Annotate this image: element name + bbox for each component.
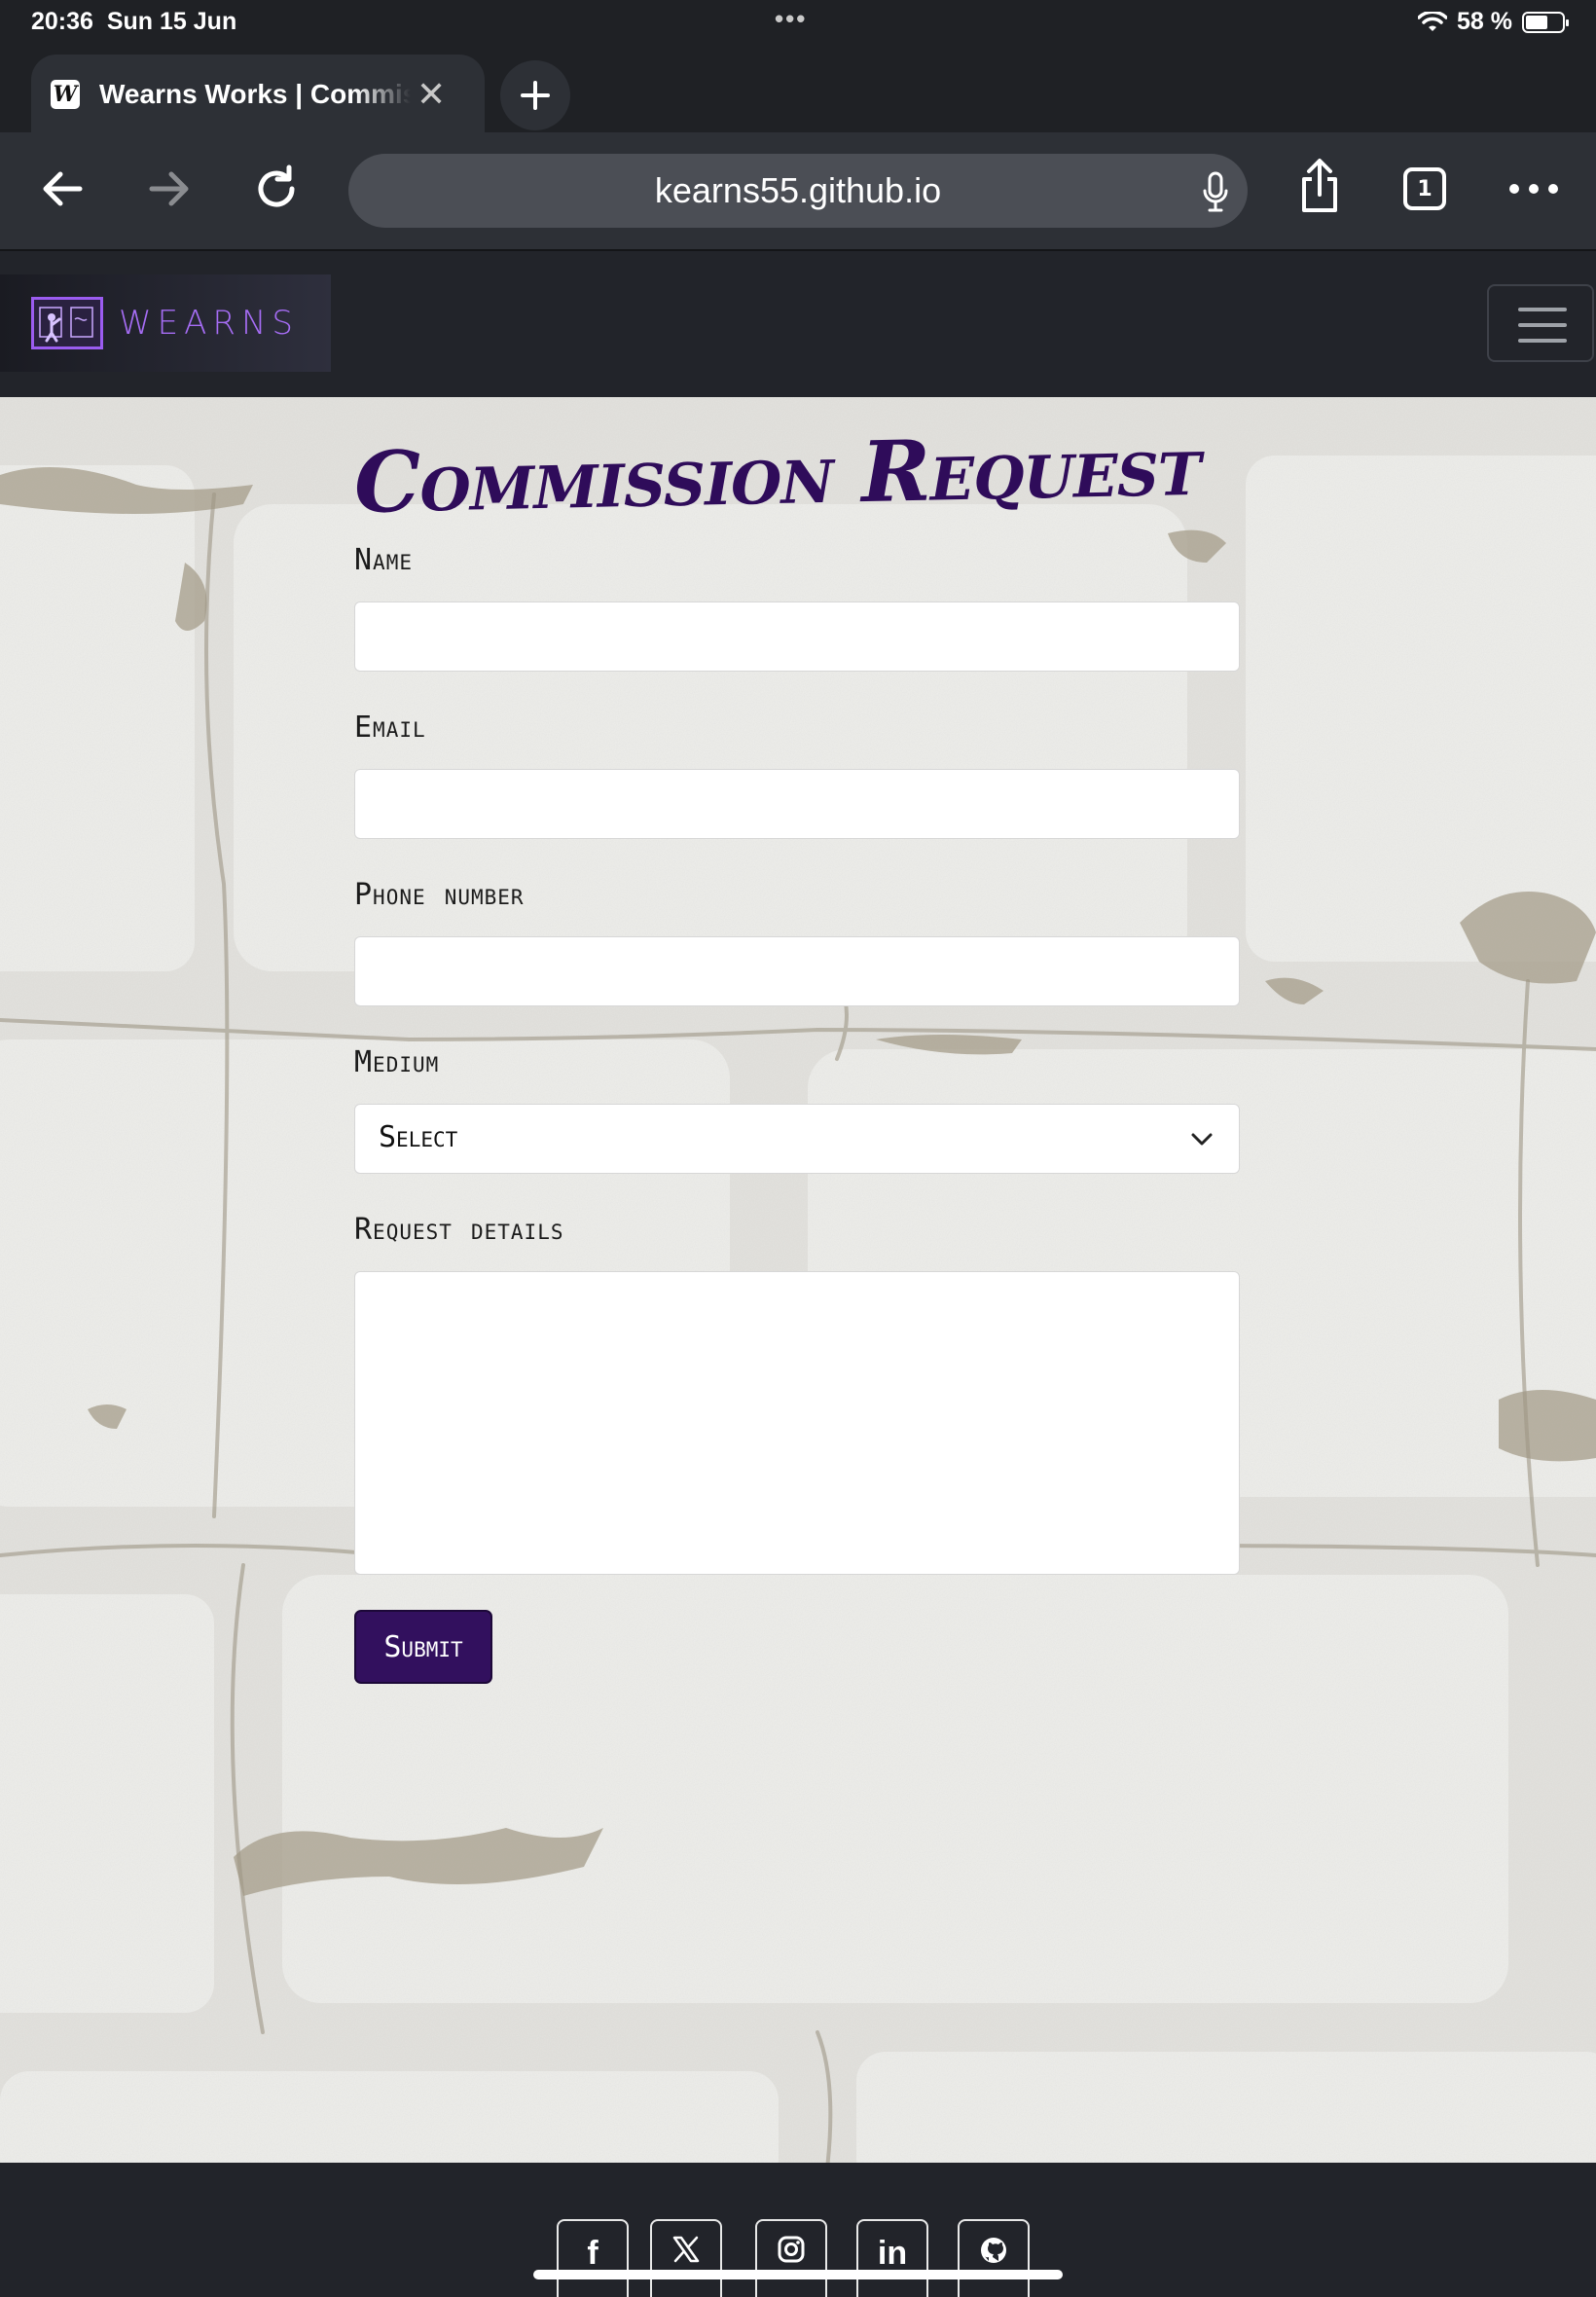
browser-tab[interactable]: W Wearns Works | Commission Request ✕ xyxy=(31,55,485,134)
address-bar[interactable]: kearns55.github.io xyxy=(348,154,1248,228)
close-tab-icon[interactable]: ✕ xyxy=(417,75,446,115)
multitasking-dots-icon[interactable]: ••• xyxy=(775,4,807,34)
submit-button[interactable]: Submit xyxy=(354,1610,492,1684)
microphone-icon[interactable] xyxy=(1203,171,1228,212)
facebook-icon: f xyxy=(587,2235,598,2272)
site-navbar: WEARNS xyxy=(0,251,1596,397)
reload-button[interactable] xyxy=(249,162,304,216)
battery-percent: 58 % xyxy=(1457,8,1512,35)
back-button[interactable] xyxy=(35,162,90,216)
linkedin-link[interactable]: in xyxy=(856,2219,928,2297)
browser-tab-bar: W Wearns Works | Commission Request ✕ xyxy=(0,45,1596,134)
tab-count-button[interactable]: 1 xyxy=(1403,167,1446,210)
phone-label: Phone number xyxy=(354,878,525,912)
hamburger-icon xyxy=(1518,308,1567,311)
details-label: Request details xyxy=(354,1213,564,1247)
browser-toolbar: kearns55.github.io 1 xyxy=(0,132,1596,251)
github-icon xyxy=(981,2238,1006,2263)
graffiti-artist-logo-icon xyxy=(31,297,103,349)
url-text: kearns55.github.io xyxy=(654,170,942,210)
chevron-down-icon xyxy=(1191,1133,1213,1146)
arrow-right-icon xyxy=(149,171,189,206)
brand-name: WEARNS xyxy=(119,304,299,343)
wifi-icon xyxy=(1418,11,1448,31)
page-title: Commission Request xyxy=(352,416,1202,532)
email-label: Email xyxy=(354,711,426,745)
instagram-icon xyxy=(778,2236,805,2263)
facebook-link[interactable]: f xyxy=(557,2219,629,2297)
clock-date: Sun 15 Jun xyxy=(106,8,237,35)
new-tab-button[interactable] xyxy=(500,60,570,130)
details-textarea[interactable] xyxy=(354,1271,1240,1575)
more-menu-button[interactable] xyxy=(1506,162,1561,216)
arrow-left-icon xyxy=(43,171,83,206)
main-content: Commission Request Name Email Phone numb… xyxy=(0,397,1596,2163)
site-favicon-icon: W xyxy=(51,80,80,109)
more-dots-icon xyxy=(1509,184,1558,194)
phone-input[interactable] xyxy=(354,936,1240,1006)
reload-icon xyxy=(258,164,295,207)
status-bar: 20:36 Sun 15 Jun ••• 58 % xyxy=(0,0,1596,45)
nav-toggle-button[interactable] xyxy=(1487,284,1594,362)
clock-time: 20:36 xyxy=(31,8,93,35)
x-link[interactable] xyxy=(650,2219,722,2297)
medium-select-value: Select xyxy=(379,1120,458,1154)
home-indicator[interactable] xyxy=(533,2270,1063,2279)
share-icon xyxy=(1302,159,1337,212)
instagram-link[interactable] xyxy=(755,2219,827,2297)
share-button[interactable] xyxy=(1292,158,1347,212)
x-icon xyxy=(672,2236,700,2263)
plus-icon xyxy=(521,81,550,110)
medium-label: Medium xyxy=(354,1045,440,1079)
status-time: 20:36 Sun 15 Jun xyxy=(31,8,236,36)
github-link[interactable] xyxy=(958,2219,1030,2297)
email-input[interactable] xyxy=(354,769,1240,839)
name-label: Name xyxy=(354,543,413,577)
status-right: 58 % xyxy=(1418,8,1569,36)
medium-select[interactable]: Select xyxy=(354,1104,1240,1174)
forward-button[interactable] xyxy=(142,162,197,216)
battery-icon xyxy=(1522,11,1569,33)
name-input[interactable] xyxy=(354,602,1240,672)
site-logo[interactable]: WEARNS xyxy=(0,274,331,372)
linkedin-icon: in xyxy=(877,2235,908,2272)
tab-title: Wearns Works | Commission Request xyxy=(99,79,411,109)
